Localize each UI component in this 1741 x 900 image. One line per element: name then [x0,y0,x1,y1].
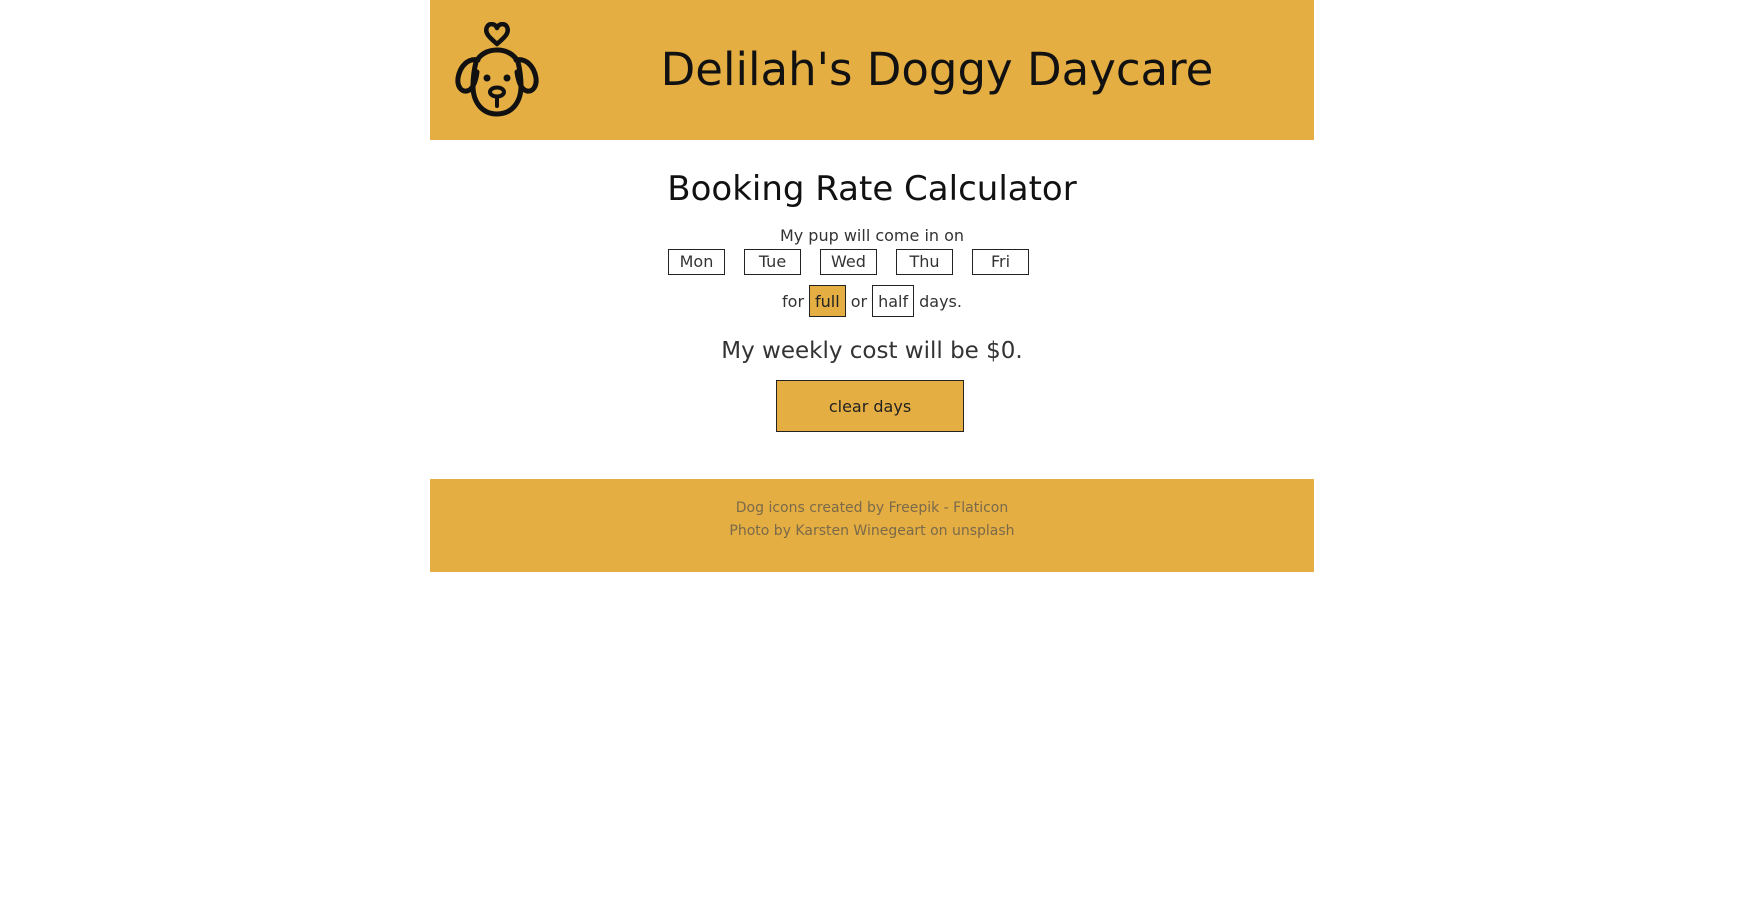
site-header: Delilah's Doggy Daycare [430,0,1314,140]
calculator-title: Booking Rate Calculator [667,169,1077,209]
day-selector: Mon Tue Wed Thu Fri [668,249,1029,277]
full-day-button[interactable]: full [809,285,846,317]
rate-selector: for full or half days. [430,285,1314,317]
day-button-wed[interactable]: Wed [820,249,877,275]
rate-suffix-text: days. [919,291,962,311]
calculator-section: Booking Rate Calculator My pup will come… [430,140,1314,479]
half-day-button[interactable]: half [872,285,915,317]
rate-prefix-text: for [782,291,805,311]
clear-days-button[interactable]: clear days [776,380,964,432]
rate-or-text: or [850,291,868,311]
dog-heart-icon [455,22,539,117]
day-button-tue[interactable]: Tue [744,249,801,275]
day-button-fri[interactable]: Fri [972,249,1029,275]
icon-credit-text: Dog icons created by Freepik - Flaticon [735,500,1009,516]
weekly-cost-text: My weekly cost will be $0. [721,338,1023,364]
day-button-mon[interactable]: Mon [668,249,725,275]
page: Delilah's Doggy Daycare Booking Rate Cal… [0,0,1741,900]
day-button-thu[interactable]: Thu [896,249,953,275]
site-footer: Dog icons created by Freepik - Flaticon … [430,479,1314,572]
site-title: Delilah's Doggy Daycare [660,43,1214,96]
intro-text: My pup will come in on [779,226,965,245]
photo-credit-text: Photo by Karsten Winegeart on unsplash [729,523,1015,539]
